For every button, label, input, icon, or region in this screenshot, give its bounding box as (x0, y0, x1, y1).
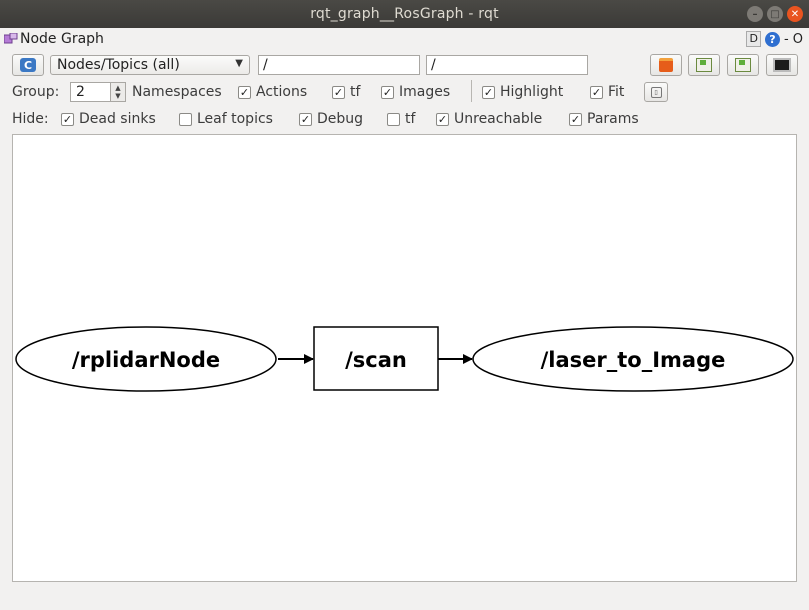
screenshot-button[interactable] (766, 54, 798, 76)
window-title: rqt_graph__RosGraph - rqt (310, 6, 499, 22)
graph-canvas[interactable]: /rplidarNode /scan /laser_to_Image (12, 134, 797, 582)
dock-button[interactable]: D (746, 31, 761, 47)
fit-checkbox[interactable]: ✓ Fit (590, 84, 624, 100)
refresh-button[interactable]: C (12, 54, 44, 76)
minimize-icon[interactable]: – (747, 6, 763, 22)
save-dot-icon (696, 58, 712, 72)
hide-tf-label: tf (405, 111, 416, 127)
spin-arrows-icon[interactable]: ▲ ▼ (110, 83, 125, 101)
chevron-down-icon: ▼ (235, 58, 243, 69)
panel-controls: D ? - O (746, 31, 803, 47)
save-image-button[interactable] (727, 54, 759, 76)
fit-check[interactable]: ✓ (590, 85, 603, 99)
group-value: 2 (76, 84, 85, 100)
save-image-icon (735, 58, 751, 72)
options-row: Group: 2 ▲ ▼ Namespaces ✓ Actions ✓ tf ✓ … (0, 80, 809, 104)
close-icon[interactable]: ✕ (787, 6, 803, 22)
leaf-topics-label: Leaf topics (197, 111, 273, 127)
leaf-topics-check[interactable] (179, 112, 192, 126)
graph-svg[interactable]: /rplidarNode /scan /laser_to_Image (13, 135, 798, 583)
screenshot-icon (773, 58, 791, 72)
topic-label: /scan (345, 348, 407, 372)
unreachable-checkbox[interactable]: ✓ Unreachable (436, 111, 542, 127)
maximize-icon[interactable]: □ (767, 6, 783, 22)
node-label: /rplidarNode (72, 348, 220, 372)
images-check[interactable]: ✓ (381, 85, 394, 99)
fit-label: Fit (608, 84, 625, 100)
leaf-topics-checkbox[interactable]: Leaf topics (179, 111, 273, 127)
images-label: Images (399, 84, 451, 100)
toolbar-separator (471, 80, 472, 102)
fit-view-icon: ▯ (650, 86, 662, 98)
params-checkbox[interactable]: ✓ Params (569, 111, 639, 127)
unreachable-check[interactable]: ✓ (436, 112, 449, 126)
panel-title-group: Node Graph (4, 31, 104, 47)
group-spinbox[interactable]: 2 ▲ ▼ (70, 82, 126, 102)
group-label: Group: (12, 84, 60, 100)
panel-header: Node Graph D ? - O (0, 28, 809, 50)
debug-label: Debug (317, 111, 364, 127)
window-titlebar: rqt_graph__RosGraph - rqt – □ ✕ (0, 0, 809, 28)
dead-sinks-check[interactable]: ✓ (61, 112, 74, 126)
help-icon[interactable]: ? (764, 31, 780, 47)
hide-tf-checkbox[interactable]: tf (387, 111, 415, 127)
plugin-icon (4, 33, 18, 44)
toolbar-row: C Nodes/Topics (all) ▼ (0, 52, 809, 78)
node-label: /laser_to_Image (541, 348, 726, 372)
graph-node-scan[interactable]: /scan (313, 326, 439, 391)
save-dot-button[interactable] (688, 54, 720, 76)
actions-checkbox[interactable]: ✓ Actions (238, 84, 307, 100)
graph-type-select[interactable]: Nodes/Topics (all) ▼ (50, 55, 250, 75)
actions-label: Actions (256, 84, 308, 100)
dead-sinks-checkbox[interactable]: ✓ Dead sinks (61, 111, 156, 127)
images-checkbox[interactable]: ✓ Images (381, 84, 450, 100)
tf-label: tf (350, 84, 361, 100)
topic-filter-input[interactable] (426, 55, 588, 75)
highlight-label: Highlight (500, 84, 564, 100)
hide-row: Hide: ✓ Dead sinks Leaf topics ✓ Debug t… (0, 108, 809, 130)
refresh-icon: C (20, 58, 36, 72)
hide-tf-check[interactable] (387, 112, 400, 126)
unreachable-label: Unreachable (454, 111, 543, 127)
window-controls: – □ ✕ (747, 6, 803, 22)
highlight-checkbox[interactable]: ✓ Highlight (482, 84, 563, 100)
tf-check[interactable]: ✓ (332, 85, 345, 99)
actions-check[interactable]: ✓ (238, 85, 251, 99)
params-label: Params (587, 111, 639, 127)
namespaces-label: Namespaces (132, 84, 222, 100)
graph-type-value: Nodes/Topics (all) (57, 57, 180, 73)
highlight-check[interactable]: ✓ (482, 85, 495, 99)
panel-close-float[interactable]: - O (784, 32, 803, 47)
open-folder-icon (659, 58, 673, 72)
load-dot-button[interactable] (650, 54, 682, 76)
debug-checkbox[interactable]: ✓ Debug (299, 111, 363, 127)
tf-checkbox[interactable]: ✓ tf (332, 84, 360, 100)
graph-node-rplidar[interactable]: /rplidarNode (15, 326, 277, 392)
params-check[interactable]: ✓ (569, 112, 582, 126)
node-filter-input[interactable] (258, 55, 420, 75)
debug-check[interactable]: ✓ (299, 112, 312, 126)
hide-label: Hide: (12, 111, 49, 127)
dead-sinks-label: Dead sinks (79, 111, 156, 127)
fit-view-button[interactable]: ▯ (644, 82, 668, 102)
graph-node-laser[interactable]: /laser_to_Image (472, 326, 794, 392)
panel-title: Node Graph (20, 31, 104, 47)
